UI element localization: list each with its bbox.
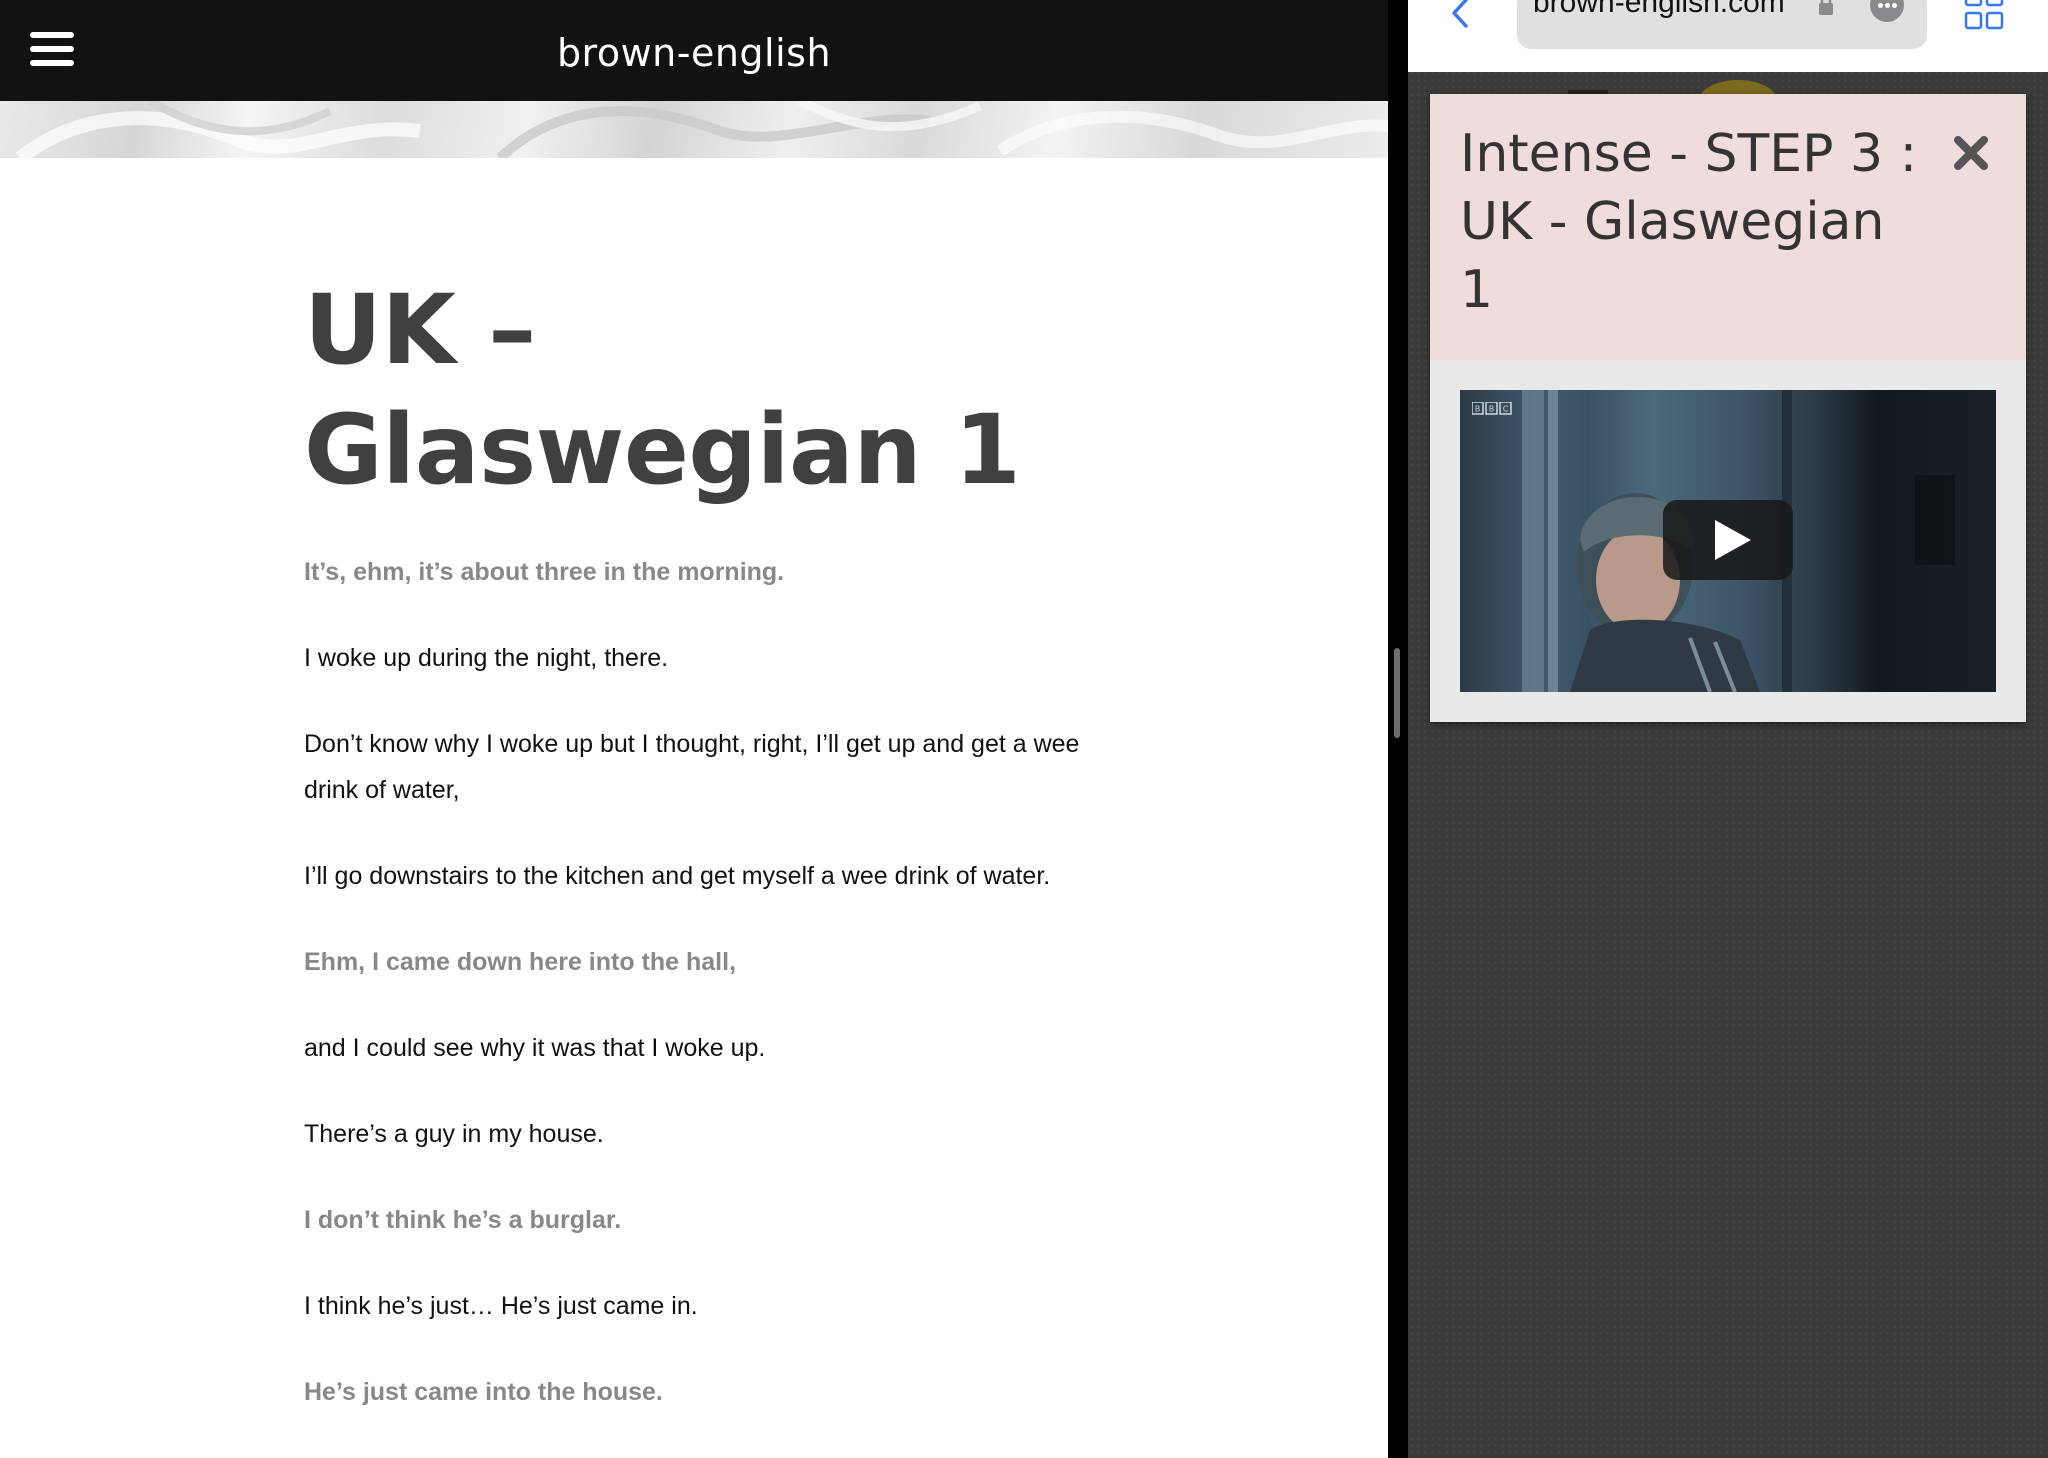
browser-pane: brown-english.com Intense - STEP 3 : UK … [1408,0,2048,1458]
website-pane: brown-english UK – Glaswegian 1 It’s, eh… [0,0,1388,1458]
hero-banner-image [0,101,1388,158]
svg-text:B: B [1489,405,1495,414]
ellipsis-icon[interactable] [1870,0,1904,22]
modal-title: Intense - STEP 3 : UK - Glaswegian 1 [1460,124,1918,320]
article-header: UK – Glaswegian 1 [304,270,1104,510]
transcript-line: I woke up during the night, there. [304,644,669,672]
svg-text:C: C [1503,405,1509,414]
play-button[interactable] [1663,500,1793,580]
address-bar[interactable]: brown-english.com [1517,0,1927,49]
transcript-line: I’ll go downstairs to the kitchen and ge… [304,862,1051,890]
back-button[interactable] [1444,0,1478,34]
url-text: brown-english.com [1533,0,1785,19]
video-player[interactable]: B B C [1460,390,1996,692]
close-icon [1954,136,1988,170]
transcript-line: There’s a guy in my house. [304,1120,604,1148]
transcript-line: I think he’s just… He’s just came in. [304,1292,698,1320]
svg-text:B: B [1475,405,1481,414]
transcript-line: It’s, ehm, it’s about three in the morni… [304,558,785,586]
video-modal: Intense - STEP 3 : UK - Glaswegian 1 B B… [1430,94,2026,722]
transcript-body: It’s, ehm, it’s about three in the morni… [304,549,1104,1455]
close-button[interactable] [1952,134,1990,172]
site-header: brown-english [0,0,1388,101]
tabs-grid-icon [1964,0,2004,30]
modal-header: Intense - STEP 3 : UK - Glaswegian 1 [1430,94,2026,360]
bbc-logo: B B C [1472,402,1512,415]
browser-toolbar: brown-english.com [1408,0,2048,72]
transcript-line: Ehm, I came down here into the hall, [304,948,737,976]
transcript-line: I don’t think he’s a burglar. [304,1206,622,1234]
chevron-left-icon [1452,0,1468,28]
transcript-line: and I could see why it was that I woke u… [304,1034,766,1062]
tabs-button[interactable] [1964,0,2004,34]
play-icon [1715,520,1751,560]
split-view-handle[interactable] [1394,648,1400,738]
article-title: UK – Glaswegian 1 [304,274,1021,506]
transcript-line: Don’t know why I woke up but I thought, … [304,730,1080,804]
transcript-line: He’s just came into the house. [304,1378,663,1406]
site-title[interactable]: brown-english [0,0,1388,101]
lock-icon [1819,0,1833,15]
